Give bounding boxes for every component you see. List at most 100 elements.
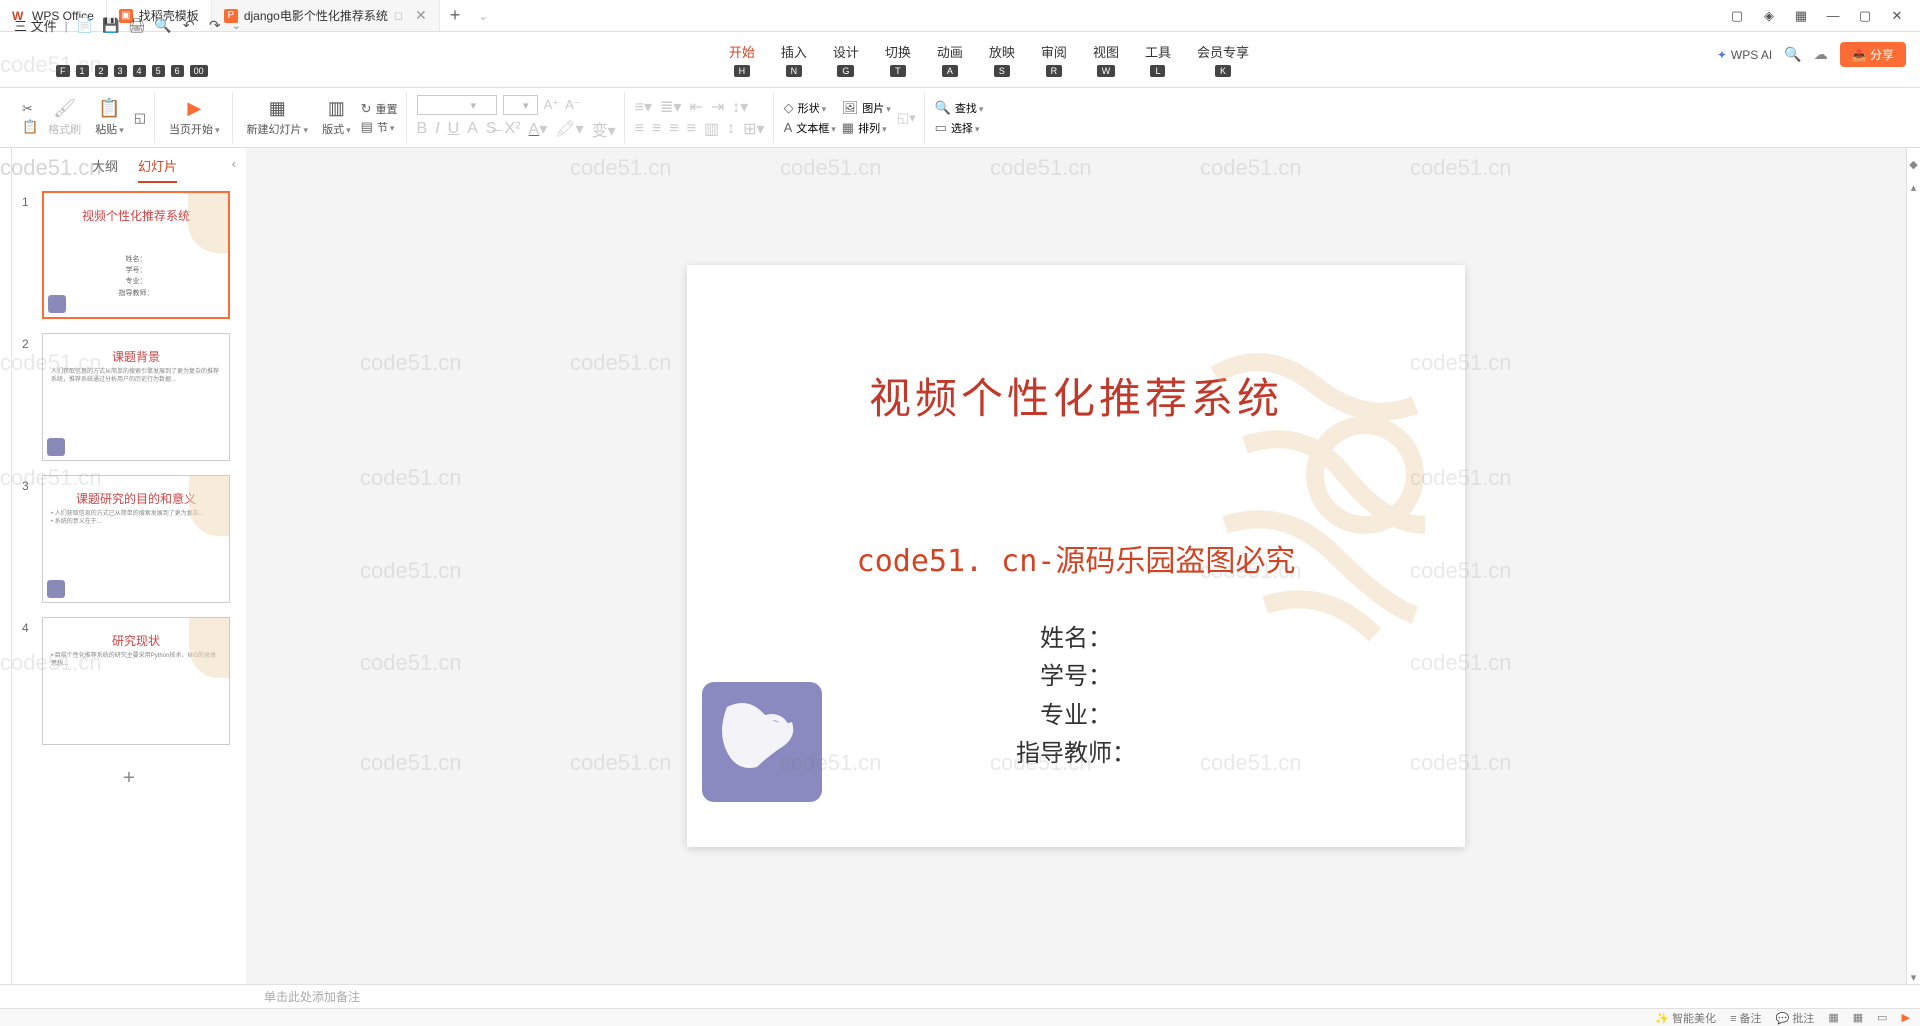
underline-icon[interactable]: U <box>448 120 460 138</box>
paste-button[interactable]: 📋粘贴▾ <box>91 96 128 139</box>
text-direction-icon[interactable]: ↕ <box>727 120 735 138</box>
search-icon[interactable]: 🔍 <box>1784 46 1801 63</box>
minimize-button[interactable]: — <box>1818 4 1848 28</box>
tab-animation[interactable]: 动画A <box>925 38 975 81</box>
select-button[interactable]: ▭选择▾ <box>935 120 984 136</box>
tab-view[interactable]: 视图W <box>1081 38 1131 81</box>
superscript-icon[interactable]: X² <box>505 120 521 138</box>
scroll-up-icon[interactable]: ▴ <box>1911 181 1917 194</box>
increase-font-icon[interactable]: A⁺ <box>544 97 560 113</box>
align-right-icon[interactable]: ≡ <box>669 120 678 138</box>
strike-icon[interactable]: A <box>467 120 478 138</box>
cloud-icon[interactable]: ☁ <box>1814 46 1828 63</box>
view-slideshow-icon[interactable]: ▶ <box>1902 1011 1910 1024</box>
textbox-button[interactable]: A文本框▾ <box>784 120 836 136</box>
font-color-icon[interactable]: A▾ <box>529 119 548 139</box>
bullets-icon[interactable]: ≡▾ <box>635 97 652 117</box>
notes-placeholder: 单击此处添加备注 <box>264 988 360 1005</box>
thumbnail-2[interactable]: 2 课题背景 人们获取信息的方式从简单的搜索引擎发展到了更为复杂的推荐系统，推荐… <box>22 333 236 461</box>
outline-tab-outline[interactable]: 大纲 <box>92 156 118 183</box>
qa-print-icon[interactable]: 🖨 <box>128 17 146 35</box>
maximize-button[interactable]: ▢ <box>1850 4 1880 28</box>
section-button[interactable]: ▤节▾ <box>361 119 398 135</box>
new-slide-button[interactable]: ▦新建幻灯片▾ <box>243 96 313 139</box>
win-btn-2[interactable]: ◈ <box>1754 4 1784 28</box>
title-bar: W WPS Office ▣ 找稻壳模板 P django电影个性化推荐系统 ◻… <box>0 0 1920 32</box>
tabs-dropdown-icon[interactable]: ⌄ <box>478 9 488 23</box>
status-notes[interactable]: ≡ 备注 <box>1730 1010 1761 1026</box>
columns-icon[interactable]: ▥ <box>704 119 719 139</box>
qa-dropdown-icon[interactable]: ⌄ <box>232 19 241 32</box>
qa-new-icon[interactable]: 📄 <box>76 17 94 35</box>
find-button[interactable]: 🔍查找▾ <box>935 100 984 116</box>
view-normal-icon[interactable]: ▦ <box>1828 1011 1838 1024</box>
decrease-font-icon[interactable]: A⁻ <box>565 97 581 113</box>
add-tab-button[interactable]: + <box>440 5 471 26</box>
arrange-button[interactable]: ▦排列▾ <box>842 120 891 136</box>
tab-home[interactable]: 开始H <box>717 38 767 81</box>
close-button[interactable]: ✕ <box>1882 4 1912 28</box>
copy-icon[interactable]: 📋 <box>22 119 38 135</box>
close-icon[interactable]: ✕ <box>415 7 427 24</box>
shape-button[interactable]: ◇形状▾ <box>784 100 836 116</box>
numbering-icon[interactable]: ≣▾ <box>660 97 681 117</box>
font-family-select[interactable]: ▾ <box>417 95 498 115</box>
layout-button[interactable]: ▥版式▾ <box>318 96 355 139</box>
indent-inc-icon[interactable]: ⇥ <box>711 97 724 117</box>
reset-button[interactable]: ↻重置 <box>361 101 398 117</box>
thumbnail-4[interactable]: 4 研究现状 • 目前个性化推荐系统的研究主要采用Python技术、MIS的总体… <box>22 617 236 745</box>
view-sorter-icon[interactable]: ▦ <box>1853 1011 1863 1024</box>
tab-vip[interactable]: 会员专享K <box>1185 38 1261 81</box>
sidebar-icon[interactable]: ◆ <box>1909 158 1917 171</box>
ribbon: ✂ 📋 🖌格式刷 📋粘贴▾ ◱ ▶当页开始▾ ▦新建幻灯片▾ ▥版式▾ ↻重置 … <box>0 88 1920 148</box>
qa-undo-icon[interactable]: ↶ <box>180 17 198 35</box>
tab-slideshow[interactable]: 放映S <box>977 38 1027 81</box>
tab-transition[interactable]: 切换T <box>873 38 923 81</box>
tab-tools[interactable]: 工具L <box>1133 38 1183 81</box>
win-btn-1[interactable]: ▢ <box>1722 4 1752 28</box>
share-button[interactable]: 📤 分享 <box>1840 42 1906 67</box>
left-gutter <box>0 148 12 984</box>
image-button[interactable]: 🖼图片▾ <box>842 100 891 116</box>
line-spacing-icon[interactable]: ↕▾ <box>732 97 748 117</box>
format-painter-button[interactable]: 🖌格式刷 <box>44 96 85 139</box>
tab-review[interactable]: 审阅R <box>1029 38 1079 81</box>
bold-icon[interactable]: B <box>417 120 428 138</box>
indent-dec-icon[interactable]: ⇤ <box>689 97 702 117</box>
thumbnails-list: 1 视频个性化推荐系统 姓名： 学号： 专业： 指导教师： 2 课题背景 人们获… <box>12 183 246 984</box>
slide[interactable]: 视频个性化推荐系统 code51. cn-源码乐园盗图必究 姓名： 学号： 专业… <box>687 265 1465 847</box>
qa-redo-icon[interactable]: ↷ <box>206 17 224 35</box>
text-effect-icon[interactable]: 变▾ <box>592 117 616 141</box>
align-left-icon[interactable]: ≡ <box>635 120 644 138</box>
canvas-area[interactable]: 视频个性化推荐系统 code51. cn-源码乐园盗图必究 姓名： 学号： 专业… <box>246 148 1906 984</box>
cut-icon[interactable]: ✂ <box>22 101 38 117</box>
win-btn-3[interactable]: ▦ <box>1786 4 1816 28</box>
start-current-button[interactable]: ▶当页开始▾ <box>165 96 224 139</box>
font-size-select[interactable]: ▾ <box>503 95 538 115</box>
thumbnail-1[interactable]: 1 视频个性化推荐系统 姓名： 学号： 专业： 指导教师： <box>22 191 236 319</box>
align-center-icon[interactable]: ≡ <box>652 120 661 138</box>
qa-preview-icon[interactable]: 🔍 <box>154 17 172 35</box>
tab-design[interactable]: 设计G <box>821 38 871 81</box>
italic-icon[interactable]: I <box>435 120 439 138</box>
clipboard-launcher-icon[interactable]: ◱ <box>134 110 146 126</box>
align-justify-icon[interactable]: ≡ <box>687 120 696 138</box>
file-menu[interactable]: 三 文件 <box>14 16 57 35</box>
view-reading-icon[interactable]: ▭ <box>1877 1011 1887 1024</box>
outline-tab-slides[interactable]: 幻灯片 <box>138 156 177 183</box>
highlight-icon[interactable]: 🖍▾ <box>555 119 583 139</box>
align-menu-icon[interactable]: ⊞▾ <box>743 119 764 139</box>
style-launcher-icon[interactable]: ◱▾ <box>897 110 916 126</box>
thumbnail-3[interactable]: 3 课题研究的目的和意义 • 人们获取信息的方式已从简单的搜索发展到了更为复杂.… <box>22 475 236 603</box>
collapse-icon[interactable]: ‹ <box>232 156 236 183</box>
status-comments[interactable]: 💬 批注 <box>1776 1010 1815 1026</box>
qa-save-icon[interactable]: 💾 <box>102 17 120 35</box>
scroll-down-icon[interactable]: ▾ <box>1911 971 1917 984</box>
strikethrough-icon[interactable]: S̶ <box>486 120 497 138</box>
add-slide-button[interactable]: + <box>22 759 236 798</box>
status-beautify[interactable]: ✨ 智能美化 <box>1655 1010 1716 1026</box>
tab-insert[interactable]: 插入N <box>769 38 819 81</box>
wps-ai-button[interactable]: ✦WPS AI <box>1717 48 1772 62</box>
tab-restore-icon[interactable]: ◻ <box>394 9 403 22</box>
notes-bar[interactable]: 单击此处添加备注 <box>0 984 1920 1008</box>
